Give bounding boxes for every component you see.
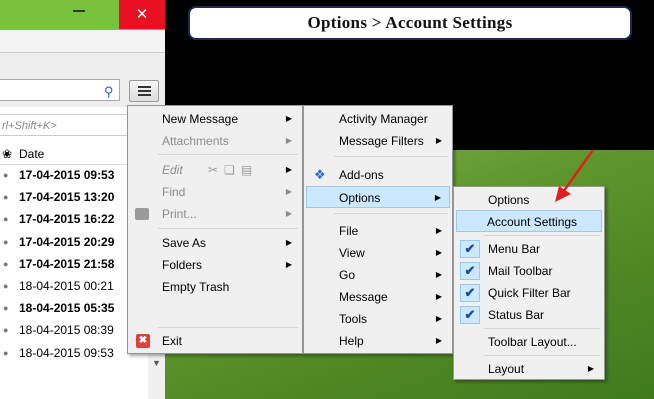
menu-item-menu-bar[interactable]: ✔ Menu Bar: [456, 238, 602, 260]
menu-item-status-bar[interactable]: ✔ Status Bar: [456, 304, 602, 326]
menu-separator: [158, 327, 298, 328]
submenu-arrow-icon: ▶: [285, 136, 292, 145]
submenu-arrow-icon: ▶: [435, 136, 442, 145]
submenu-arrow-icon: ▶: [435, 336, 442, 345]
menu-separator: [484, 235, 600, 236]
submenu-arrow-icon: ▶: [285, 260, 292, 269]
search-input[interactable]: [0, 79, 120, 101]
menu-item-message[interactable]: Message ▶: [306, 286, 450, 308]
menu-item-add-ons[interactable]: ❖ Add-ons: [306, 164, 450, 186]
menu-item-mail-toolbar[interactable]: ✔ Mail Toolbar: [456, 260, 602, 282]
menu-separator: [484, 328, 600, 329]
junk-status-icon[interactable]: ❀: [2, 144, 12, 164]
submenu-arrow-icon: ▶: [435, 292, 442, 301]
arrow-head-icon: [555, 186, 571, 202]
puzzle-icon: ❖: [314, 167, 326, 182]
submenu-arrow-icon: ▶: [435, 248, 442, 257]
menu-separator: [158, 228, 298, 229]
search-icon[interactable]: ⚲: [104, 84, 114, 100]
read-status-icon[interactable]: ●: [3, 297, 8, 319]
menu-item-attachments: Attachments ▶: [130, 130, 300, 152]
close-window-button[interactable]: ✕: [119, 0, 165, 29]
menu-item-file[interactable]: File ▶: [306, 220, 450, 242]
printer-icon: [135, 208, 149, 220]
checkmark-icon: ✔: [460, 262, 480, 280]
scroll-down-arrow-icon[interactable]: ▼: [148, 355, 165, 371]
minimize-icon[interactable]: [73, 10, 85, 12]
arrow-shaft: [561, 149, 595, 193]
menu-separator: [334, 213, 448, 214]
column-date[interactable]: Date: [19, 144, 44, 164]
exit-icon: ✖: [136, 334, 150, 348]
menu-item-view[interactable]: View ▶: [306, 242, 450, 264]
read-status-icon[interactable]: ●: [3, 342, 8, 364]
menu-item-folders[interactable]: Folders ▶: [130, 254, 300, 276]
menu-item-quick-filter-bar[interactable]: ✔ Quick Filter Bar: [456, 282, 602, 304]
menu-item-toolbar-layout[interactable]: Toolbar Layout...: [456, 331, 602, 353]
menu-item-go[interactable]: Go ▶: [306, 264, 450, 286]
submenu-arrow-icon: ▶: [435, 226, 442, 235]
menu-item-exit[interactable]: ✖ Exit: [130, 330, 300, 352]
menu-separator: [158, 154, 298, 155]
cut-copy-paste-icon: ✂❏▤: [208, 163, 259, 177]
menu-item-help[interactable]: Help ▶: [306, 330, 450, 352]
menu-item-new-message[interactable]: New Message ▶: [130, 108, 300, 130]
read-status-icon[interactable]: ●: [3, 275, 8, 297]
app-menu-button[interactable]: [129, 80, 159, 102]
menu-item-empty-trash[interactable]: Empty Trash: [130, 276, 300, 298]
read-status-icon[interactable]: ●: [3, 164, 8, 186]
banner-text: Options > Account Settings: [307, 13, 513, 32]
instruction-banner: Options > Account Settings: [188, 6, 632, 40]
submenu-arrow-icon: ▶: [434, 193, 441, 202]
menu-item-tools[interactable]: Tools ▶: [306, 308, 450, 330]
menu-item-message-filters[interactable]: Message Filters ▶: [306, 130, 450, 152]
menu-separator: [484, 355, 600, 356]
quick-filter-placeholder: rl+Shift+K>: [2, 120, 57, 132]
menu-item-find[interactable]: Find ▶: [130, 181, 300, 203]
submenu-arrow-icon: ▶: [285, 238, 292, 247]
read-status-icon[interactable]: ●: [3, 186, 8, 208]
close-icon: ✕: [135, 6, 149, 23]
hamburger-icon: [138, 86, 151, 88]
menu-item-save-as[interactable]: Save As ▶: [130, 232, 300, 254]
submenu-arrow-icon: ▶: [285, 209, 292, 218]
submenu-arrow-icon: ▶: [285, 114, 292, 123]
menu-item-activity-manager[interactable]: Activity Manager: [306, 108, 450, 130]
menu-item-layout[interactable]: Layout ▶: [456, 358, 602, 380]
submenu-arrow-icon: ▶: [285, 187, 292, 196]
read-status-icon[interactable]: ●: [3, 253, 8, 275]
read-status-icon[interactable]: ●: [3, 231, 8, 253]
options-submenu: Options Account Settings ✔ Menu Bar ✔ Ma…: [453, 186, 605, 380]
menu-separator: [334, 156, 448, 157]
submenu-arrow-icon: ▶: [587, 364, 594, 373]
checkmark-icon: ✔: [460, 306, 480, 324]
read-status-icon[interactable]: ●: [3, 208, 8, 230]
menu-item-options[interactable]: Options ▶: [306, 186, 450, 208]
read-status-icon[interactable]: ●: [3, 319, 8, 341]
submenu-arrow-icon: ▶: [285, 165, 292, 174]
submenu-arrow-icon: ▶: [435, 270, 442, 279]
annotation-arrow: [555, 149, 595, 202]
app-submenu: Activity Manager Message Filters ▶ ❖ Add-…: [303, 105, 453, 354]
menu-item-account-settings[interactable]: Account Settings: [456, 210, 602, 232]
submenu-arrow-icon: ▶: [435, 314, 442, 323]
tab-bar: [0, 30, 165, 53]
app-menu: New Message ▶ Attachments ▶ Edit ✂❏▤ ▶ Fin…: [127, 105, 303, 354]
checkmark-icon: ✔: [460, 240, 480, 258]
menu-item-print[interactable]: Print... ▶: [130, 203, 300, 225]
menu-item-edit[interactable]: Edit ✂❏▤ ▶: [130, 159, 300, 181]
checkmark-icon: ✔: [460, 284, 480, 302]
quick-filter-input[interactable]: rl+Shift+K>: [0, 114, 130, 136]
